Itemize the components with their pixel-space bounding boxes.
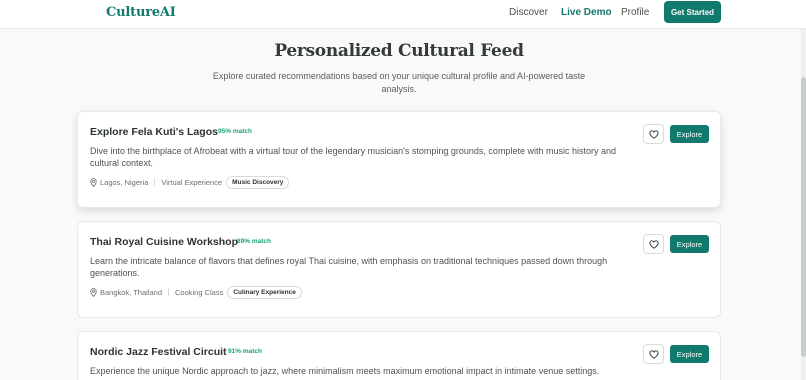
get-started-button[interactable]: Get Started [664, 1, 721, 23]
card-location: Lagos, Nigeria [100, 177, 149, 187]
card-title: Nordic Jazz Festival Circuit [90, 346, 227, 358]
explore-button[interactable]: Explore [670, 345, 709, 363]
card-type: Cooking Class [175, 287, 224, 297]
nav-link-discover[interactable]: Discover [509, 7, 548, 18]
category-badge: Culinary Experience [227, 285, 302, 299]
meta-divider [154, 178, 156, 186]
card-title: Thai Royal Cuisine Workshop [90, 236, 238, 248]
favorite-button[interactable] [643, 234, 664, 254]
heart-icon [648, 129, 659, 139]
card-type: Virtual Experience [161, 177, 223, 187]
scrollbar-thumb[interactable] [801, 77, 806, 357]
card-location: Bangkok, Thailand [100, 287, 162, 297]
heart-icon [648, 239, 659, 249]
card-description: Experience the unique Nordic approach to… [90, 366, 600, 376]
card-meta: Bangkok, Thailand Cooking Class Culinary… [90, 285, 302, 299]
nav-link-live-demo[interactable]: Live Demo [561, 7, 612, 18]
logo[interactable]: CultureAI [106, 5, 176, 20]
explore-button[interactable]: Explore [670, 125, 709, 143]
recommendation-card: Thai Royal Cuisine Workshop 89% match Le… [77, 221, 721, 318]
heart-icon [648, 349, 659, 359]
match-score: 95% match [218, 128, 252, 135]
page-subtitle: Explore curated recommendations based on… [212, 71, 586, 94]
page-scrollbar[interactable] [801, 29, 806, 380]
meta-divider [168, 288, 169, 296]
recommendation-card: Explore Fela Kuti's Lagos 95% match Dive… [77, 111, 721, 208]
favorite-button[interactable] [643, 124, 664, 144]
card-description: Learn the intricate balance of flavors t… [90, 256, 608, 278]
explore-button[interactable]: Explore [670, 235, 709, 253]
recommendation-card: Nordic Jazz Festival Circuit 91% match E… [77, 331, 721, 380]
category-badge: Music Discovery [226, 175, 290, 189]
card-description: Dive into the birthplace of Afrobeat wit… [90, 146, 616, 168]
top-navbar: CultureAI Discover Live Demo Profile Get… [0, 0, 806, 29]
match-score: 91% match [228, 348, 262, 355]
map-pin-icon [90, 287, 97, 297]
page-title: Personalized Cultural Feed [274, 41, 524, 61]
map-pin-icon [90, 177, 97, 187]
match-score: 89% match [237, 238, 271, 245]
nav-link-profile[interactable]: Profile [621, 7, 649, 18]
card-meta: Lagos, Nigeria Virtual Experience Music … [90, 175, 290, 189]
favorite-button[interactable] [643, 344, 664, 364]
card-title: Explore Fela Kuti's Lagos [90, 126, 218, 138]
